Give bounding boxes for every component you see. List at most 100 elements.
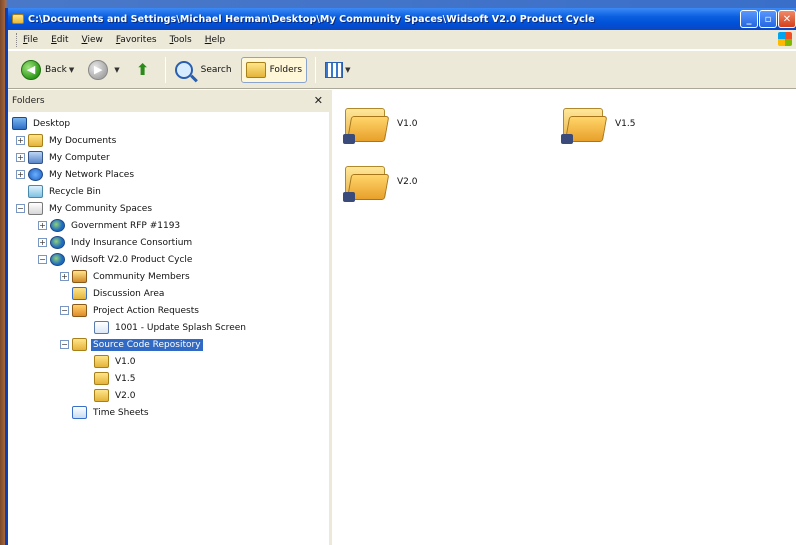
folder-item-label: V1.5 xyxy=(615,119,636,129)
tree-item-label: My Community Spaces xyxy=(49,203,153,214)
toolbar: ◀ Back ▼ ▶ ▼ ⬆ Search Folders ▼ xyxy=(8,51,796,89)
collapse-icon[interactable]: − xyxy=(60,306,69,315)
back-dropdown-icon[interactable]: ▼ xyxy=(69,66,74,74)
window-title: C:\Documents and Settings\Michael Herman… xyxy=(28,13,595,25)
document-icon xyxy=(94,321,109,334)
search-icon xyxy=(174,60,193,79)
tree-item-v1-0[interactable]: V1.0 xyxy=(8,353,329,370)
globe-icon xyxy=(50,253,65,266)
my-computer-icon xyxy=(28,151,43,164)
toolbar-separator xyxy=(164,56,166,83)
folder-icon xyxy=(343,104,390,144)
menu-edit[interactable]: Edit xyxy=(51,35,68,45)
tree-item-v2-0[interactable]: V2.0 xyxy=(8,387,329,404)
folder-item-v1-5[interactable]: V1.5 xyxy=(561,104,635,144)
tree-item-label: Government RFP #1193 xyxy=(71,220,181,231)
up-button[interactable]: ⬆ xyxy=(129,57,157,83)
members-icon xyxy=(72,270,87,283)
folder-item-v1-0[interactable]: V1.0 xyxy=(343,104,417,144)
menu-favorites[interactable]: Favorites xyxy=(116,35,157,45)
tree-item-indy-insurance[interactable]: + Indy Insurance Consortium xyxy=(8,234,329,251)
folders-pane: Folders ✕ Desktop + My Documents + My Co… xyxy=(8,90,332,545)
tree-item-my-community-spaces[interactable]: − My Community Spaces xyxy=(8,200,329,217)
close-pane-icon[interactable]: ✕ xyxy=(314,94,323,107)
title-bar[interactable]: C:\Documents and Settings\Michael Herman… xyxy=(8,8,796,30)
tree-item-label: Recycle Bin xyxy=(49,186,101,197)
menu-bar: File Edit View Favorites Tools Help xyxy=(8,30,796,50)
tree-item-recycle-bin[interactable]: Recycle Bin xyxy=(8,183,329,200)
tree-item-source-code-repository[interactable]: − Source Code Repository xyxy=(8,336,329,353)
expand-icon[interactable]: + xyxy=(16,136,25,145)
tree-item-label: Project Action Requests xyxy=(93,305,199,316)
forward-arrow-icon: ▶ xyxy=(88,59,109,80)
tree-item-label: Indy Insurance Consortium xyxy=(71,237,193,248)
folders-button[interactable]: Folders xyxy=(240,56,308,83)
collapse-icon[interactable]: − xyxy=(16,204,25,213)
tree-item-discussion-area[interactable]: Discussion Area xyxy=(8,285,329,302)
network-places-icon xyxy=(28,168,43,181)
expand-icon[interactable]: + xyxy=(38,221,47,230)
tree-item-label: V2.0 xyxy=(115,390,136,401)
folders-icon xyxy=(245,61,266,78)
tree-item-my-documents[interactable]: + My Documents xyxy=(8,132,329,149)
tree-item-project-action-requests[interactable]: − Project Action Requests xyxy=(8,302,329,319)
search-label: Search xyxy=(200,64,232,75)
menu-view[interactable]: View xyxy=(82,35,103,45)
tree-item-government-rfp[interactable]: + Government RFP #1193 xyxy=(8,217,329,234)
tree-item-label: My Documents xyxy=(49,135,117,146)
folder-icon xyxy=(72,338,87,351)
folder-up-icon: ⬆ xyxy=(135,60,150,79)
menu-tools[interactable]: Tools xyxy=(170,35,192,45)
tree-item-label: Widsoft V2.0 Product Cycle xyxy=(71,254,193,265)
tree-item-desktop[interactable]: Desktop xyxy=(8,115,329,132)
desktop-icon xyxy=(12,117,27,130)
time-sheets-icon xyxy=(72,406,87,419)
back-button[interactable]: ◀ Back ▼ xyxy=(16,57,79,83)
toolbar-separator xyxy=(315,56,317,83)
maximize-button[interactable]: ▫ xyxy=(759,10,777,28)
collapse-icon[interactable]: − xyxy=(60,340,69,349)
search-button[interactable]: Search xyxy=(170,57,237,83)
close-button[interactable]: ✕ xyxy=(778,10,796,28)
tree-item-v1-5[interactable]: V1.5 xyxy=(8,370,329,387)
tree-item-label: Source Code Repository xyxy=(91,338,203,351)
recycle-bin-icon xyxy=(28,185,43,198)
action-requests-icon xyxy=(72,304,87,317)
expand-icon[interactable]: + xyxy=(38,238,47,247)
views-button[interactable]: ▼ xyxy=(320,57,355,83)
content-area: Folders ✕ Desktop + My Documents + My Co… xyxy=(8,90,796,545)
folder-icon xyxy=(12,14,24,24)
back-label: Back xyxy=(45,64,67,75)
folders-label: Folders xyxy=(269,64,303,75)
tree-item-label: Time Sheets xyxy=(93,407,149,418)
explorer-window: C:\Documents and Settings\Michael Herman… xyxy=(5,8,796,545)
tree-item-time-sheets[interactable]: Time Sheets xyxy=(8,404,329,421)
tree-item-label: V1.0 xyxy=(115,356,136,367)
tree-item-widsoft[interactable]: − Widsoft V2.0 Product Cycle xyxy=(8,251,329,268)
expand-icon[interactable]: + xyxy=(16,170,25,179)
globe-icon xyxy=(50,236,65,249)
menu-grip xyxy=(16,32,19,47)
window-controls: _ ▫ ✕ xyxy=(740,10,796,28)
forward-button[interactable]: ▶ ▼ xyxy=(83,57,124,83)
folder-item-label: V2.0 xyxy=(397,177,418,187)
menu-file[interactable]: File xyxy=(23,35,38,45)
minimize-button[interactable]: _ xyxy=(740,10,758,28)
tree-item-label: V1.5 xyxy=(115,373,136,384)
tree-item-my-computer[interactable]: + My Computer xyxy=(8,149,329,166)
collapse-icon[interactable]: − xyxy=(38,255,47,264)
expand-icon[interactable]: + xyxy=(16,153,25,162)
tree-item-label: My Computer xyxy=(49,152,110,163)
views-dropdown-icon[interactable]: ▼ xyxy=(345,66,350,74)
folder-item-v2-0[interactable]: V2.0 xyxy=(343,162,417,202)
expand-icon[interactable]: + xyxy=(60,272,69,281)
my-documents-icon xyxy=(28,134,43,147)
tree-item-update-splash-screen[interactable]: 1001 - Update Splash Screen xyxy=(8,319,329,336)
tree-item-community-members[interactable]: + Community Members xyxy=(8,268,329,285)
folders-pane-header: Folders ✕ xyxy=(8,90,329,112)
menu-help[interactable]: Help xyxy=(205,35,226,45)
tree-item-my-network-places[interactable]: + My Network Places xyxy=(8,166,329,183)
tree-item-label: 1001 - Update Splash Screen xyxy=(115,322,246,333)
forward-dropdown-icon[interactable]: ▼ xyxy=(114,66,119,74)
folder-icon xyxy=(94,355,109,368)
